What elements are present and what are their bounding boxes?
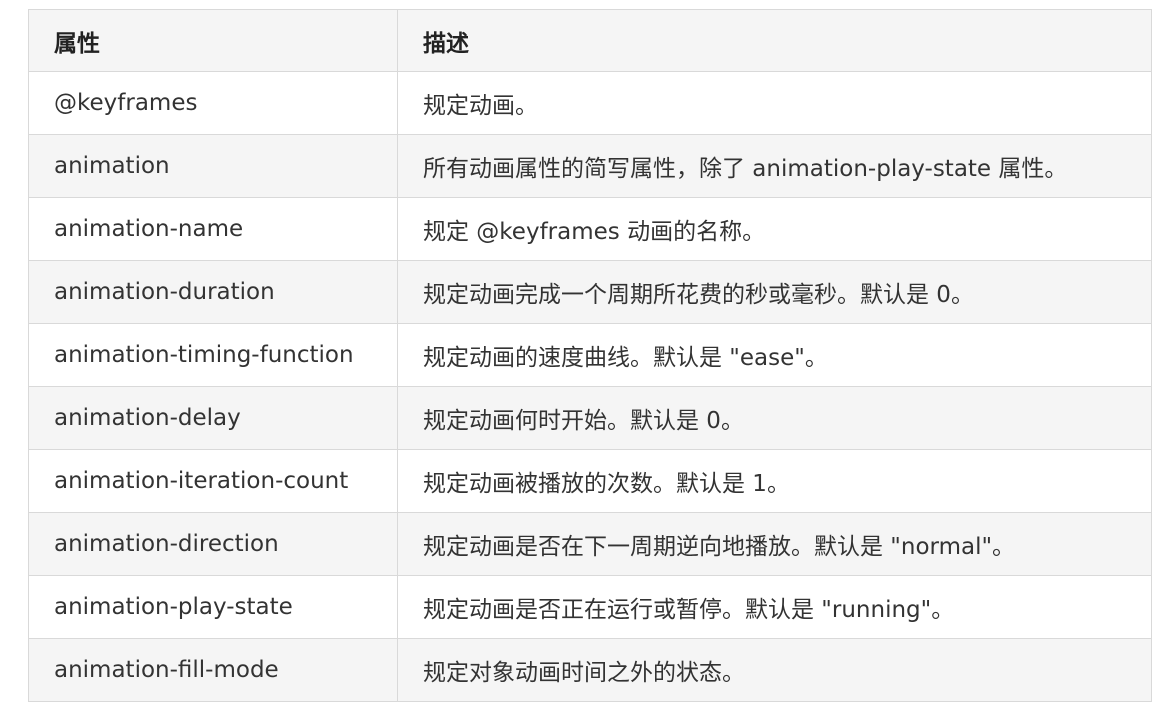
property-cell: animation-duration — [28, 260, 398, 324]
description-cell: 所有动画属性的简写属性，除了 animation-play-state 属性。 — [397, 134, 1152, 198]
description-cell: 规定对象动画时间之外的状态。 — [397, 638, 1152, 702]
css-animation-properties-table-container: 属性 描述 @keyframes 规定动画。 animation 所有动画属性的… — [28, 9, 1152, 702]
table-row: animation-iteration-count 规定动画被播放的次数。默认是… — [28, 449, 1152, 513]
description-cell: 规定动画被播放的次数。默认是 1。 — [397, 449, 1152, 513]
description-cell: 规定动画的速度曲线。默认是 "ease"。 — [397, 323, 1152, 387]
header-row: 属性 描述 — [28, 9, 1152, 72]
table-row: animation-fill-mode 规定对象动画时间之外的状态。 — [28, 638, 1152, 702]
description-cell: 规定动画。 — [397, 71, 1152, 135]
table-row: animation-play-state 规定动画是否正在运行或暂停。默认是 "… — [28, 575, 1152, 639]
property-cell: animation-play-state — [28, 575, 398, 639]
description-cell: 规定 @keyframes 动画的名称。 — [397, 197, 1152, 261]
table-row: @keyframes 规定动画。 — [28, 71, 1152, 135]
header-description: 描述 — [397, 9, 1152, 72]
description-cell: 规定动画完成一个周期所花费的秒或毫秒。默认是 0。 — [397, 260, 1152, 324]
description-cell: 规定动画是否在下一周期逆向地播放。默认是 "normal"。 — [397, 512, 1152, 576]
property-cell: animation-iteration-count — [28, 449, 398, 513]
table-row: animation-timing-function 规定动画的速度曲线。默认是 … — [28, 323, 1152, 387]
property-cell: animation-name — [28, 197, 398, 261]
property-cell: animation-fill-mode — [28, 638, 398, 702]
css-animation-properties-table: 属性 描述 @keyframes 规定动画。 animation 所有动画属性的… — [28, 9, 1152, 702]
table-row: animation-direction 规定动画是否在下一周期逆向地播放。默认是… — [28, 512, 1152, 576]
table-row: animation 所有动画属性的简写属性，除了 animation-play-… — [28, 134, 1152, 198]
description-cell: 规定动画何时开始。默认是 0。 — [397, 386, 1152, 450]
header-property: 属性 — [28, 9, 398, 72]
table-row: animation-delay 规定动画何时开始。默认是 0。 — [28, 386, 1152, 450]
property-cell: animation-delay — [28, 386, 398, 450]
property-cell: animation — [28, 134, 398, 198]
property-cell: @keyframes — [28, 71, 398, 135]
table-header: 属性 描述 — [28, 9, 1152, 72]
description-cell: 规定动画是否正在运行或暂停。默认是 "running"。 — [397, 575, 1152, 639]
property-cell: animation-direction — [28, 512, 398, 576]
table-body: @keyframes 规定动画。 animation 所有动画属性的简写属性，除… — [28, 71, 1152, 702]
property-cell: animation-timing-function — [28, 323, 398, 387]
table-row: animation-duration 规定动画完成一个周期所花费的秒或毫秒。默认… — [28, 260, 1152, 324]
table-row: animation-name 规定 @keyframes 动画的名称。 — [28, 197, 1152, 261]
